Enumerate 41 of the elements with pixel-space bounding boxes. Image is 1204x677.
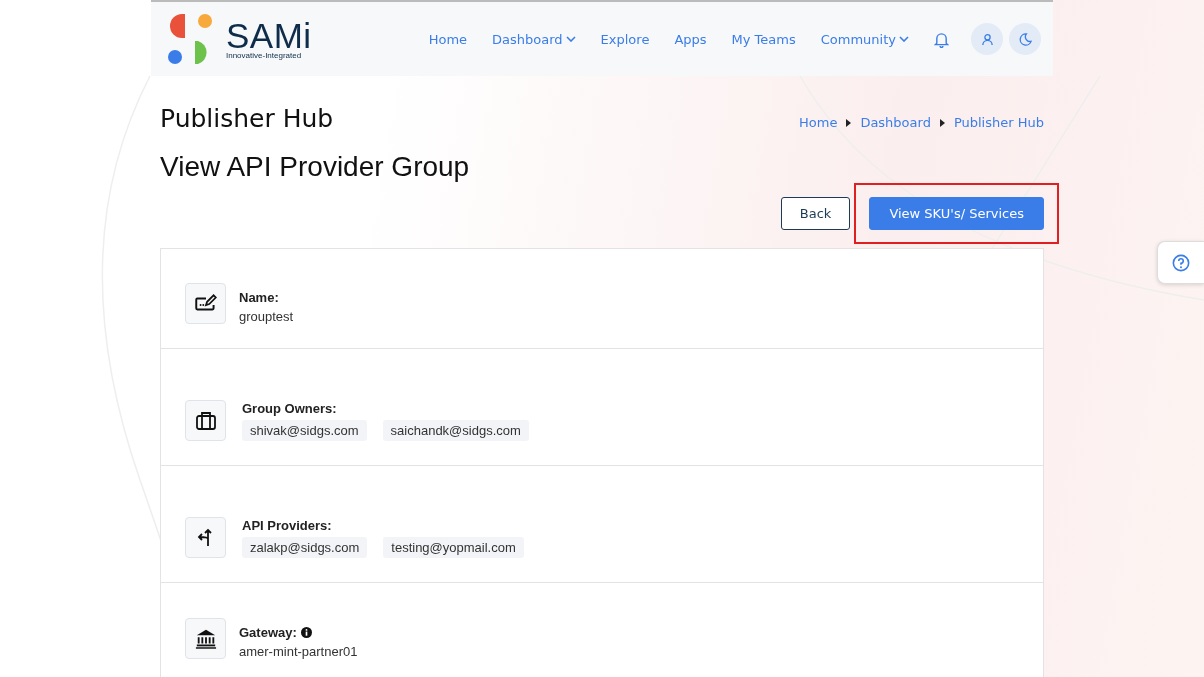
nav-link[interactable]: Apps xyxy=(674,31,707,47)
back-button[interactable]: Back xyxy=(780,197,851,230)
help-icon xyxy=(1172,253,1190,272)
email-tag: testing@yopmail.com xyxy=(383,537,524,558)
email-tag: saichandk@sidgs.com xyxy=(382,420,529,441)
section-title: Publisher Hub xyxy=(160,104,334,133)
briefcase-icon xyxy=(185,400,226,441)
field-label: Name: xyxy=(239,290,279,305)
user-profile-button[interactable] xyxy=(971,23,1003,55)
breadcrumb-separator-icon xyxy=(939,118,945,127)
page-title: View API Provider Group xyxy=(160,151,471,183)
view-services-button[interactable]: View SKU's/ Services xyxy=(869,197,1044,230)
breadcrumb-separator-icon xyxy=(846,118,852,127)
nav-link[interactable]: Explore xyxy=(600,31,650,47)
bank-icon xyxy=(185,618,226,659)
email-tag: zalakp@sidgs.com xyxy=(242,537,368,558)
chevron-down-icon xyxy=(565,36,576,42)
logo-icon[interactable] xyxy=(168,14,212,64)
field-label: Group Owners: xyxy=(242,401,337,416)
breadcrumb-link[interactable]: Publisher Hub xyxy=(953,115,1044,130)
field-label: API Providers: xyxy=(242,518,332,533)
notification-bell-icon[interactable] xyxy=(934,30,949,48)
edit-icon xyxy=(185,283,226,324)
user-icon xyxy=(980,32,994,46)
chevron-down-icon xyxy=(899,36,909,42)
logo-tagline: Innovative-Integrated xyxy=(226,52,303,60)
help-button[interactable] xyxy=(1157,241,1204,284)
breadcrumb-link[interactable]: Home xyxy=(799,115,838,130)
email-tag: shivak@sidgs.com xyxy=(242,420,367,441)
logo-wordmark: SAMi xyxy=(226,18,312,53)
nav-link[interactable]: Community xyxy=(820,31,909,47)
nav-link[interactable]: My Teams xyxy=(731,31,796,47)
breadcrumb-link[interactable]: Dashboard xyxy=(860,115,931,130)
nav-link[interactable]: Dashboard xyxy=(492,31,576,47)
field-value: amer-mint-partner01 xyxy=(239,644,358,659)
moon-icon xyxy=(1018,32,1032,46)
field-value: grouptest xyxy=(239,309,294,324)
nav-link[interactable]: Home xyxy=(428,31,468,47)
info-icon[interactable] xyxy=(300,627,312,638)
dark-mode-button[interactable] xyxy=(1009,23,1041,55)
field-label: Gateway: xyxy=(239,625,297,640)
